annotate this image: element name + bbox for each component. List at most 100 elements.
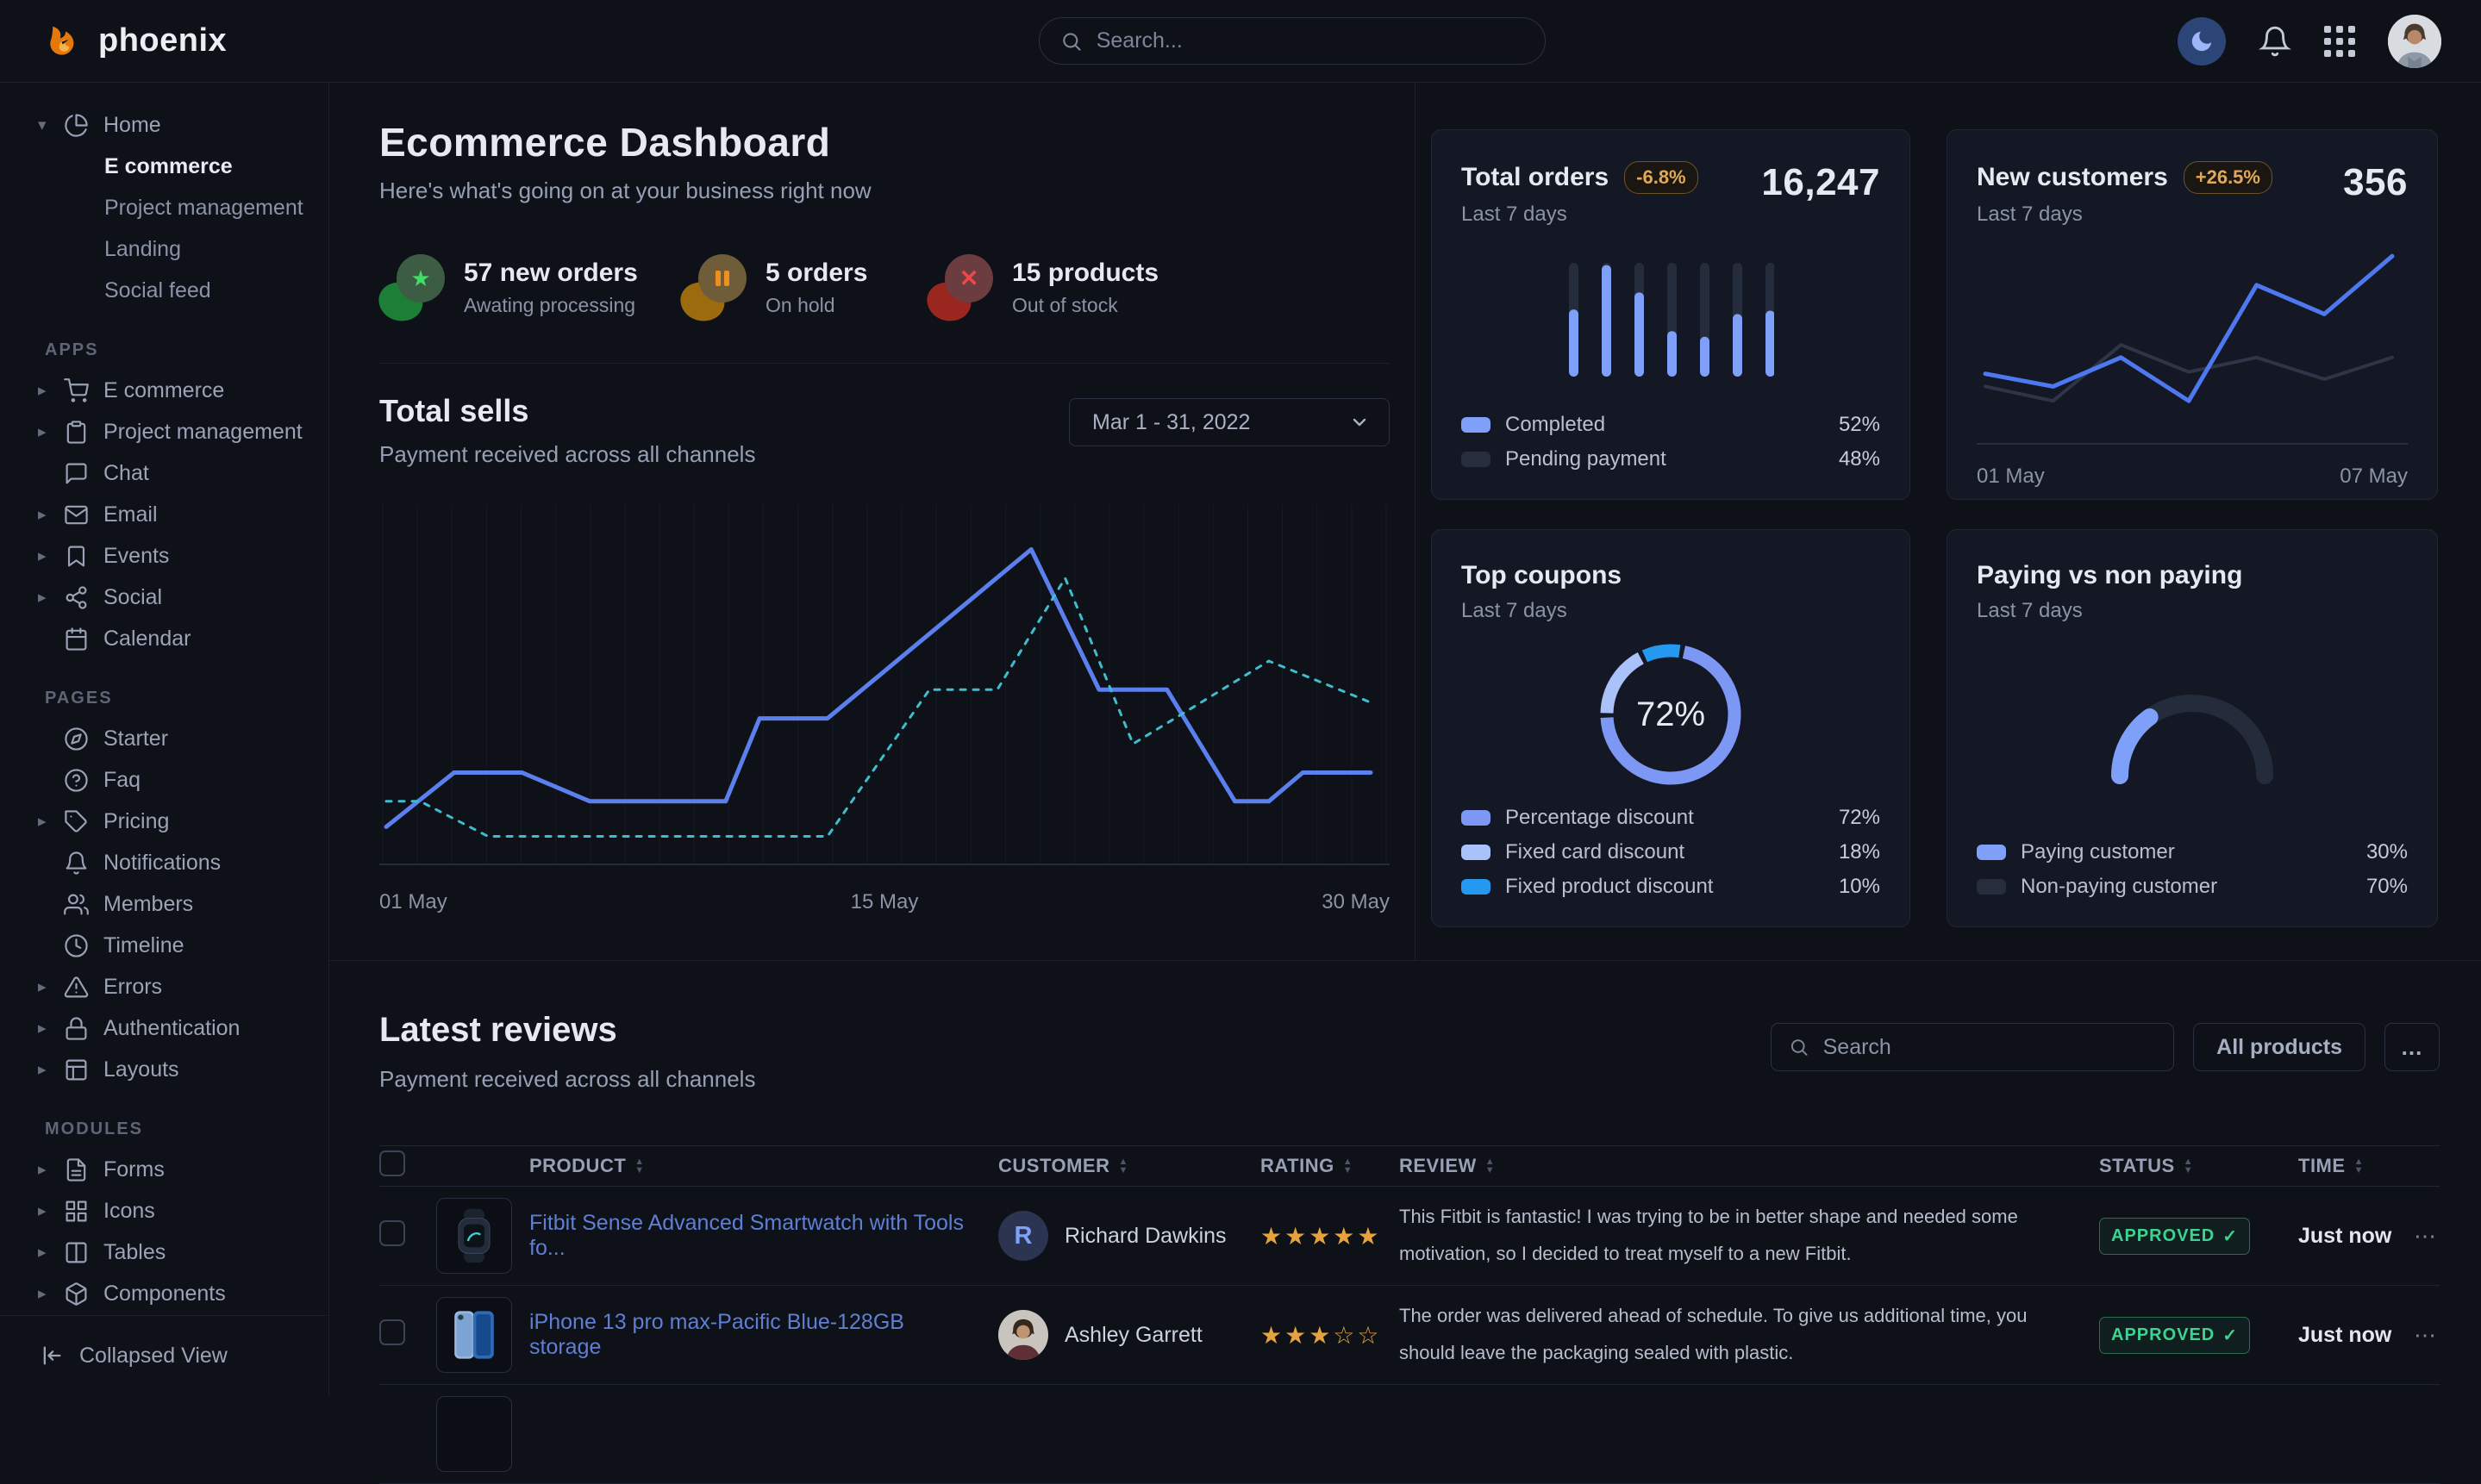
row-checkbox-cell [379, 1220, 436, 1252]
bookmark-icon [64, 544, 89, 569]
sidebar-item-events[interactable]: ▸Events [0, 535, 328, 577]
compass-icon [64, 726, 89, 751]
nine-dots-icon [2324, 26, 2355, 57]
sidebar-subitem-project-management[interactable]: Project management [0, 187, 328, 228]
product-thumb-cell [436, 1297, 529, 1373]
customer-name: Richard Dawkins [1065, 1224, 1227, 1249]
collapsed-view-toggle[interactable]: Collapsed View [0, 1315, 328, 1395]
legend-swatch [1461, 810, 1490, 826]
top-coupons-center-value: 72% [1461, 695, 1880, 734]
sidebar-item-chat[interactable]: Chat [0, 452, 328, 494]
user-avatar[interactable] [2388, 15, 2441, 68]
sidebar-nav: ▾HomeE commerceProject managementLanding… [0, 82, 328, 1314]
header-checkbox-cell [379, 1150, 436, 1182]
legend-value: 72% [1839, 806, 1880, 830]
reviews-search-input[interactable] [1822, 1034, 2157, 1061]
sidebar-item-components[interactable]: ▸Components [0, 1273, 328, 1314]
column-header-review[interactable]: REVIEW▲▼ [1399, 1155, 2099, 1177]
row-more-button[interactable]: ⋯ [2414, 1223, 2440, 1250]
row-checkbox[interactable] [379, 1220, 405, 1246]
latest-reviews-subtitle: Payment received across all channels [379, 1066, 755, 1093]
row-more-button[interactable]: ⋯ [2414, 1322, 2440, 1349]
sidebar-item-timeline[interactable]: Timeline [0, 925, 328, 966]
review-table-row-partial [379, 1385, 2440, 1484]
box-icon [64, 1281, 89, 1306]
navbar-search[interactable] [1039, 17, 1546, 65]
stat-on-hold: 5 ordersOn hold [681, 254, 928, 321]
review-table-row: Fitbit Sense Advanced Smartwatch with To… [379, 1187, 2440, 1286]
sidebar-item-label: Layouts [103, 1057, 179, 1082]
column-header-customer[interactable]: CUSTOMER▲▼ [998, 1155, 1260, 1177]
select-all-checkbox[interactable] [379, 1150, 405, 1176]
brand-logo[interactable]: phoenix [45, 0, 227, 82]
x-tick: 15 May [851, 890, 919, 914]
sidebar-subitem-landing[interactable]: Landing [0, 228, 328, 270]
legend-row: Pending payment48% [1461, 447, 1880, 471]
file-icon [64, 1157, 89, 1182]
column-header-time[interactable]: TIME▲▼ [2298, 1155, 2414, 1177]
reviews-search[interactable] [1771, 1023, 2174, 1071]
phoenix-logo-icon [45, 22, 84, 61]
sidebar-item-label: Pricing [103, 809, 169, 834]
sidebar-item-pricing[interactable]: ▸Pricing [0, 801, 328, 842]
all-products-button[interactable]: All products [2193, 1023, 2365, 1071]
sort-icon: ▲▼ [634, 1157, 644, 1175]
sidebar-item-icons[interactable]: ▸Icons [0, 1190, 328, 1231]
customer-cell: R Richard Dawkins [998, 1211, 1260, 1261]
customer-avatar: R [998, 1211, 1048, 1261]
column-label: TIME [2298, 1155, 2346, 1177]
sidebar-item-calendar[interactable]: Calendar [0, 618, 328, 659]
reviews-more-button[interactable]: ... [2384, 1023, 2440, 1071]
sidebar-item-home[interactable]: ▾Home [0, 104, 328, 146]
product-cell: iPhone 13 pro max-Pacific Blue-128GB sto… [529, 1310, 998, 1360]
sidebar-item-label: E commerce [103, 378, 224, 403]
paying-vs-non-paying-card: Paying vs non paying Last 7 days Paying … [1947, 529, 2438, 927]
sidebar-section-label: PAGES [0, 678, 328, 718]
product-link[interactable]: Fitbit Sense Advanced Smartwatch with To… [529, 1211, 998, 1261]
sort-icon: ▲▼ [2184, 1157, 2193, 1175]
sidebar-item-faq[interactable]: Faq [0, 759, 328, 801]
reviews-table: PRODUCT▲▼CUSTOMER▲▼RATING▲▼REVIEW▲▼STATU… [379, 1145, 2440, 1484]
overview-section: Ecommerce Dashboard Here's what's going … [379, 119, 1390, 914]
column-header-product[interactable]: PRODUCT▲▼ [529, 1155, 998, 1177]
sidebar-item-authentication[interactable]: ▸Authentication [0, 1007, 328, 1049]
sidebar-item-e-commerce[interactable]: ▸E commerce [0, 370, 328, 411]
sidebar-item-notifications[interactable]: Notifications [0, 842, 328, 883]
date-range-select[interactable]: Mar 1 - 31, 2022 [1069, 398, 1390, 446]
column-header-status[interactable]: STATUS▲▼ [2099, 1155, 2298, 1177]
legend-value: 52% [1839, 413, 1880, 437]
navbar-search-input[interactable] [1095, 28, 1524, 54]
clipboard-icon [64, 420, 89, 445]
notifications-button[interactable] [2259, 25, 2291, 58]
date-range-value: Mar 1 - 31, 2022 [1092, 410, 1250, 435]
stat-count: 57 new orders [464, 259, 638, 288]
sidebar-item-starter[interactable]: Starter [0, 718, 328, 759]
sidebar-item-email[interactable]: ▸Email [0, 494, 328, 535]
sidebar-item-members[interactable]: Members [0, 883, 328, 925]
sidebar-item-project-management[interactable]: ▸Project management [0, 411, 328, 452]
theme-toggle-button[interactable] [2178, 17, 2226, 65]
tag-icon [64, 809, 89, 834]
sidebar-item-errors[interactable]: ▸Errors [0, 966, 328, 1007]
sidebar-item-forms[interactable]: ▸Forms [0, 1149, 328, 1190]
sidebar-item-label: Home [103, 113, 161, 138]
sidebar-subitem-social-feed[interactable]: Social feed [0, 270, 328, 311]
apps-grid-button[interactable] [2324, 26, 2355, 57]
product-link[interactable]: iPhone 13 pro max-Pacific Blue-128GB sto… [529, 1310, 998, 1360]
column-header-rating[interactable]: RATING▲▼ [1260, 1155, 1399, 1177]
caret-right-icon: ▸ [38, 546, 64, 566]
row-checkbox-cell [379, 1319, 436, 1351]
stat-sublabel: Awating processing [464, 294, 638, 317]
top-navbar: phoenix [0, 0, 2481, 83]
sidebar-item-label: Starter [103, 726, 168, 751]
search-icon [1060, 29, 1083, 53]
sidebar-item-layouts[interactable]: ▸ Layouts [0, 1049, 328, 1090]
sidebar-subitem-e-commerce[interactable]: E commerce [0, 146, 328, 187]
sidebar-item-tables[interactable]: ▸Tables [0, 1231, 328, 1273]
row-checkbox[interactable] [379, 1319, 405, 1345]
caret-right-icon: ▸ [38, 1060, 64, 1080]
legend-value: 30% [2366, 840, 2408, 864]
sidebar-item-social[interactable]: ▸Social [0, 577, 328, 618]
sidebar-item-label: Notifications [103, 851, 221, 876]
new-customers-line-chart [1977, 227, 2408, 452]
